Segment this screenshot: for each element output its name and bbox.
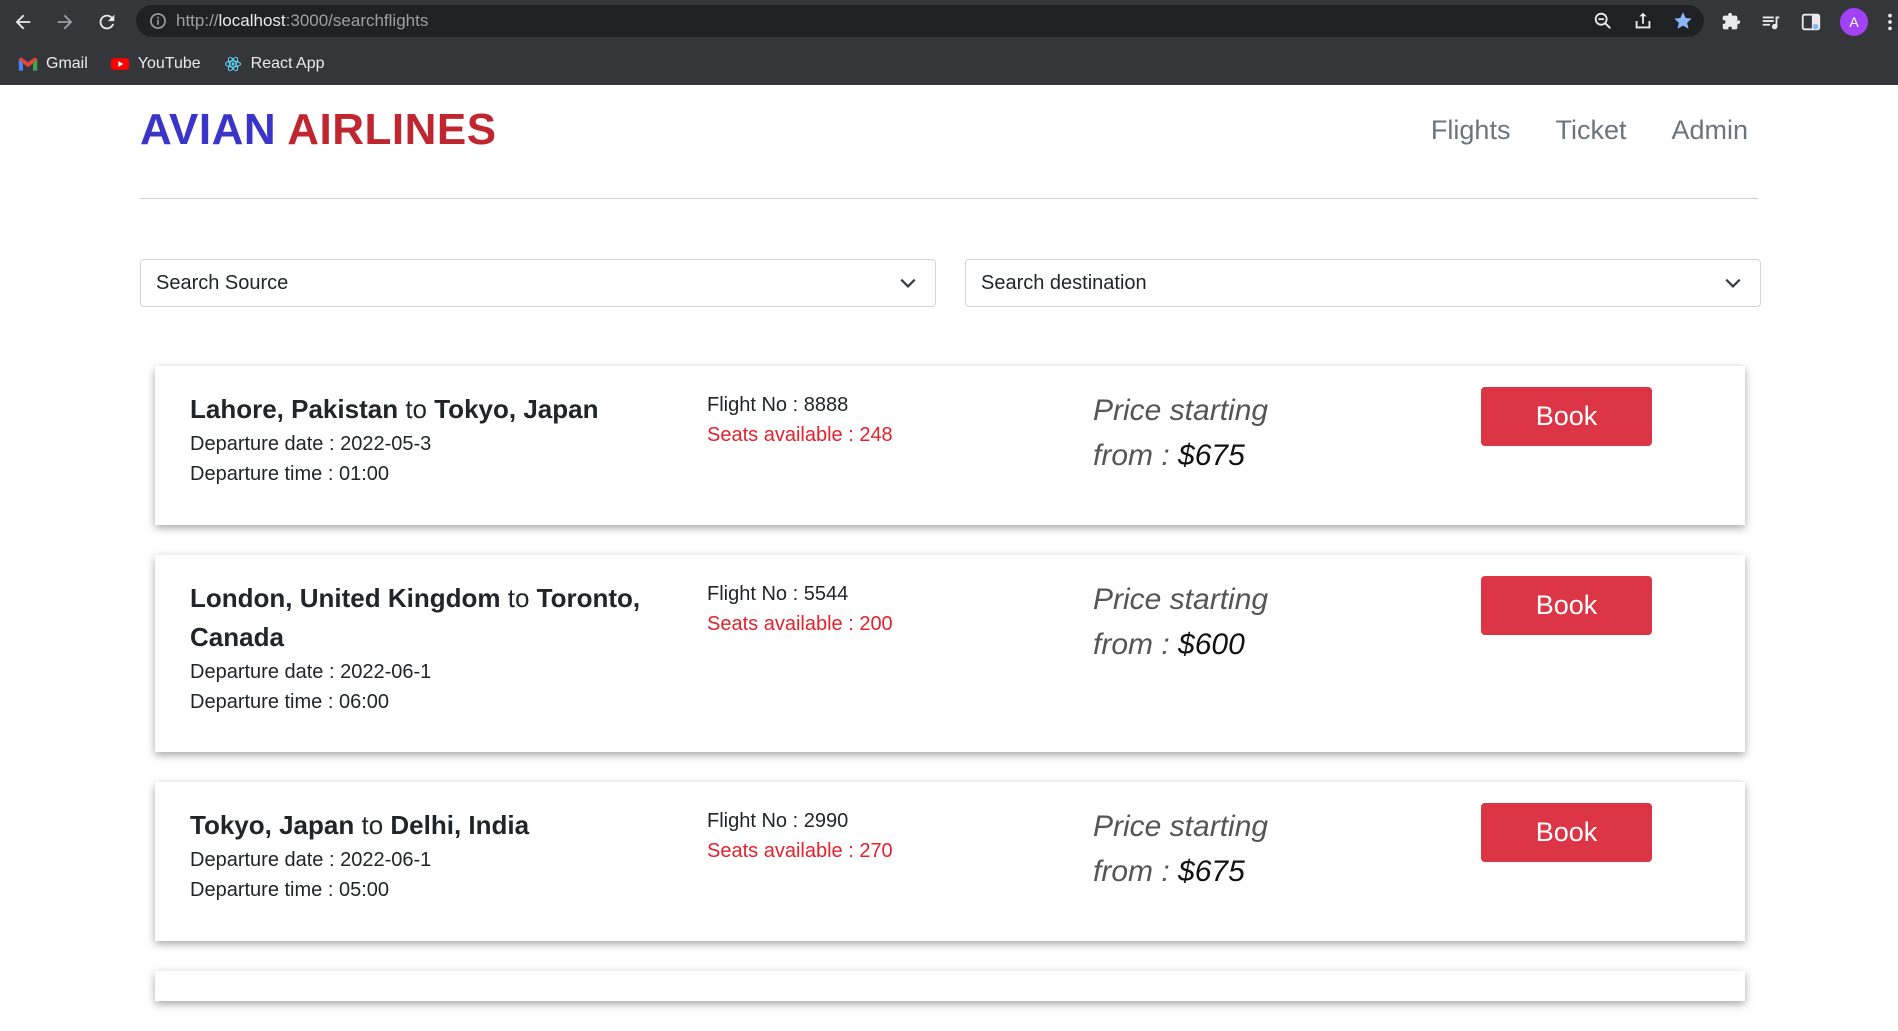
route-from: London, United Kingdom — [190, 583, 501, 613]
price-line-2: from : — [1093, 855, 1179, 888]
reading-list-icon[interactable] — [1760, 11, 1782, 33]
flight-list: Lahore, Pakistan to Tokyo, Japan Departu… — [155, 366, 1745, 1031]
info-icon — [150, 13, 166, 29]
flight-info: Flight No : 5544 Seats available : 200 — [707, 579, 893, 639]
address-bar-actions — [1592, 5, 1694, 37]
share-icon[interactable] — [1632, 10, 1654, 32]
search-filters: Search Source Search destination — [140, 259, 1761, 307]
youtube-icon — [110, 58, 129, 70]
flight-price: Price starting from : $675 — [1093, 388, 1268, 478]
flight-card-partial — [155, 971, 1745, 1001]
departure-time: Departure time : 05:00 — [190, 879, 389, 901]
bookmarks-bar: Gmail YouTube React App — [0, 43, 1898, 85]
forward-button[interactable] — [46, 3, 84, 41]
departure-time: Departure time : 06:00 — [190, 691, 389, 713]
gmail-icon — [18, 57, 38, 71]
bookmark-gmail[interactable]: Gmail — [18, 55, 88, 73]
flight-route: Tokyo, Japan to Delhi, India Departure d… — [190, 806, 670, 905]
book-button[interactable]: Book — [1481, 803, 1652, 862]
reload-button[interactable] — [88, 3, 126, 41]
brand-logo[interactable]: AVIAN AIRLINES — [140, 105, 497, 155]
nav-ticket[interactable]: Ticket — [1555, 115, 1626, 146]
brand-part-airlines: AIRLINES — [287, 105, 497, 154]
browser-toolbar: http://localhost:3000/searchflights A — [0, 0, 1898, 43]
flight-route: London, United Kingdom to Toronto, Canad… — [190, 579, 670, 717]
price-line-2: from : — [1093, 628, 1179, 661]
bookmark-react-app[interactable]: React App — [223, 55, 325, 73]
price-line-1: Price starting — [1093, 583, 1269, 616]
reload-icon — [99, 14, 115, 29]
price-line-1: Price starting — [1093, 394, 1269, 427]
react-icon — [224, 56, 241, 72]
extensions-puzzle-icon[interactable] — [1720, 11, 1742, 33]
seats-available: Seats available : 200 — [707, 613, 893, 635]
destination-select-label: Search destination — [981, 271, 1147, 294]
book-button[interactable]: Book — [1481, 576, 1652, 635]
flight-card: Tokyo, Japan to Delhi, India Departure d… — [155, 782, 1745, 941]
departure-date: Departure date : 2022-05-3 — [190, 433, 432, 455]
flight-price: Price starting from : $600 — [1093, 577, 1268, 667]
site-header: AVIAN AIRLINES Flights Ticket Admin — [140, 85, 1758, 199]
bookmark-label: React App — [250, 55, 325, 72]
browser-chrome: http://localhost:3000/searchflights A Gm… — [0, 0, 1898, 85]
arrow-left-icon — [15, 14, 31, 29]
url-text: http://localhost:3000/searchflights — [176, 11, 429, 30]
main-nav: Flights Ticket Admin — [1431, 115, 1748, 146]
bookmark-star-icon[interactable] — [1672, 10, 1694, 32]
extension-actions: A — [1720, 0, 1898, 43]
seats-available: Seats available : 270 — [707, 840, 893, 862]
price-amount: $600 — [1178, 628, 1245, 661]
bookmark-label: YouTube — [137, 55, 201, 72]
zoom-icon[interactable] — [1592, 10, 1614, 32]
flight-price: Price starting from : $675 — [1093, 804, 1268, 894]
price-line-2: from : — [1093, 439, 1179, 472]
arrow-right-icon — [57, 14, 73, 29]
route-to: Tokyo, Japan — [434, 394, 599, 424]
chevron-down-icon — [900, 278, 916, 288]
page-content: AVIAN AIRLINES Flights Ticket Admin Sear… — [0, 85, 1898, 1001]
flight-route: Lahore, Pakistan to Tokyo, Japan Departu… — [190, 390, 670, 489]
flight-number: Flight No : 2990 — [707, 810, 849, 832]
bookmark-youtube[interactable]: YouTube — [110, 55, 201, 73]
flight-number: Flight No : 5544 — [707, 583, 849, 605]
route-from: Lahore, Pakistan — [190, 394, 399, 424]
brand-part-avian: AVIAN — [140, 105, 277, 154]
flight-info: Flight No : 8888 Seats available : 248 — [707, 390, 893, 450]
price-amount: $675 — [1178, 439, 1245, 472]
flight-card: Lahore, Pakistan to Tokyo, Japan Departu… — [155, 366, 1745, 525]
bookmark-label: Gmail — [46, 55, 88, 72]
flight-card: London, United Kingdom to Toronto, Canad… — [155, 555, 1745, 752]
departure-date: Departure date : 2022-06-1 — [190, 849, 432, 871]
route-to: Delhi, India — [390, 810, 530, 840]
route-connector: to — [361, 810, 384, 840]
route-connector: to — [405, 394, 427, 424]
side-panel-icon[interactable] — [1800, 11, 1822, 33]
nav-flights[interactable]: Flights — [1431, 115, 1511, 146]
price-amount: $675 — [1178, 855, 1245, 888]
seats-available: Seats available : 248 — [707, 424, 893, 446]
destination-select[interactable]: Search destination — [965, 259, 1761, 307]
source-select-label: Search Source — [156, 271, 289, 294]
back-button[interactable] — [4, 3, 42, 41]
source-select[interactable]: Search Source — [140, 259, 936, 307]
departure-time: Departure time : 01:00 — [190, 463, 389, 485]
flight-info: Flight No : 2990 Seats available : 270 — [707, 806, 893, 866]
flight-number: Flight No : 8888 — [707, 394, 849, 416]
departure-date: Departure date : 2022-06-1 — [190, 661, 432, 683]
more-options-icon[interactable] — [1886, 11, 1894, 33]
address-bar[interactable]: http://localhost:3000/searchflights — [136, 5, 1704, 37]
nav-admin[interactable]: Admin — [1671, 115, 1748, 146]
price-line-1: Price starting — [1093, 810, 1269, 843]
route-connector: to — [507, 583, 530, 613]
book-button[interactable]: Book — [1481, 387, 1652, 446]
profile-avatar[interactable]: A — [1840, 7, 1868, 36]
route-from: Tokyo, Japan — [190, 810, 355, 840]
chevron-down-icon — [1725, 278, 1741, 288]
